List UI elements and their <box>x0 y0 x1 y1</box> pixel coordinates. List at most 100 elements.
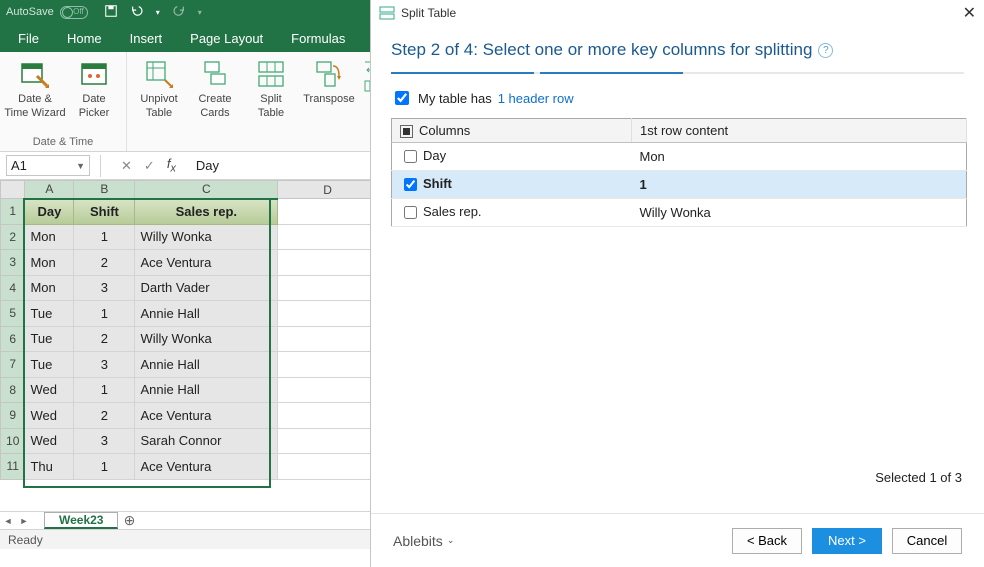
cell[interactable]: Day <box>25 199 74 225</box>
cell[interactable] <box>278 403 378 429</box>
header-row-checkbox-row[interactable]: My table has 1 header row <box>391 88 964 108</box>
btn-create-cards[interactable]: Create Cards <box>187 56 243 136</box>
header-row-count-link[interactable]: 1 header row <box>498 91 574 106</box>
tab-home[interactable]: Home <box>53 25 116 52</box>
cell[interactable]: 1 <box>74 377 135 403</box>
cell[interactable]: Tue <box>25 352 74 378</box>
cancel-button[interactable]: Cancel <box>892 528 962 554</box>
col-row-day[interactable]: Day Mon <box>392 143 967 171</box>
cell[interactable] <box>278 326 378 352</box>
brand-dropdown[interactable]: Ablebits ⌄ <box>393 533 454 549</box>
cancel-formula-icon[interactable]: ✕ <box>121 158 132 174</box>
tab-formulas[interactable]: Formulas <box>277 25 359 52</box>
cell[interactable]: 2 <box>74 250 135 276</box>
btn-unpivot-table[interactable]: Unpivot Table <box>131 56 187 136</box>
tab-file[interactable]: File <box>4 25 53 52</box>
cell[interactable] <box>278 275 378 301</box>
row-6[interactable]: 6 <box>1 326 25 352</box>
cell[interactable] <box>278 250 378 276</box>
row-10[interactable]: 10 <box>1 428 25 454</box>
cell[interactable]: 1 <box>74 454 135 480</box>
tab-insert[interactable]: Insert <box>116 25 177 52</box>
tab-scroll-right[interactable]: ► <box>16 513 32 529</box>
row-11[interactable]: 11 <box>1 454 25 480</box>
cell[interactable]: 1 <box>74 224 135 250</box>
cell[interactable]: Wed <box>25 428 74 454</box>
sheet-tab[interactable]: Week23 <box>44 512 118 529</box>
col-checkbox-salesrep[interactable] <box>404 206 417 219</box>
cell[interactable]: 1 <box>74 301 135 327</box>
cell[interactable] <box>278 199 378 225</box>
col-checkbox-day[interactable] <box>404 150 417 163</box>
cell[interactable] <box>278 428 378 454</box>
row-3[interactable]: 3 <box>1 250 25 276</box>
cell[interactable]: Mon <box>25 224 74 250</box>
cell[interactable] <box>278 352 378 378</box>
cell[interactable]: 3 <box>74 275 135 301</box>
col-checkbox-shift[interactable] <box>404 178 417 191</box>
col-B[interactable]: B <box>74 181 135 199</box>
tab-page-layout[interactable]: Page Layout <box>176 25 277 52</box>
help-icon[interactable]: ? <box>818 43 833 58</box>
row-9[interactable]: 9 <box>1 403 25 429</box>
cell[interactable]: 3 <box>74 428 135 454</box>
formula-input[interactable]: Day <box>196 158 219 173</box>
cell[interactable]: Wed <box>25 377 74 403</box>
colhdr-columns[interactable]: Columns <box>392 119 632 143</box>
insert-function-icon[interactable]: fx <box>167 156 176 175</box>
cell[interactable] <box>278 377 378 403</box>
btn-transpose[interactable]: Transpose <box>299 56 359 136</box>
col-C[interactable]: C <box>135 181 278 199</box>
enter-formula-icon[interactable]: ✓ <box>144 158 155 174</box>
cell[interactable]: 3 <box>74 352 135 378</box>
col-row-shift[interactable]: Shift 1 <box>392 171 967 199</box>
cell[interactable]: Sarah Connor <box>135 428 278 454</box>
row-8[interactable]: 8 <box>1 377 25 403</box>
next-button[interactable]: Next > <box>812 528 882 554</box>
save-icon[interactable] <box>104 4 118 21</box>
undo-icon[interactable] <box>130 4 144 21</box>
add-sheet-icon[interactable]: ⊕ <box>118 512 140 529</box>
undo-dropdown-icon[interactable]: ▾ <box>156 8 160 17</box>
redo-dropdown-icon[interactable]: ▾ <box>198 8 202 17</box>
col-row-salesrep[interactable]: Sales rep. Willy Wonka <box>392 199 967 227</box>
select-all[interactable] <box>1 181 25 199</box>
redo-icon[interactable] <box>172 4 186 21</box>
col-D[interactable]: D <box>278 181 378 199</box>
cell[interactable]: Thu <box>25 454 74 480</box>
col-A[interactable]: A <box>25 181 74 199</box>
cell[interactable]: 2 <box>74 403 135 429</box>
row-4[interactable]: 4 <box>1 275 25 301</box>
name-box[interactable]: A1 ▼ <box>6 155 90 176</box>
cell[interactable]: Ace Ventura <box>135 403 278 429</box>
cell[interactable]: Wed <box>25 403 74 429</box>
row-7[interactable]: 7 <box>1 352 25 378</box>
cell[interactable]: Mon <box>25 250 74 276</box>
cell[interactable]: Shift <box>74 199 135 225</box>
btn-date-picker[interactable]: Date Picker <box>66 56 122 136</box>
btn-split-table[interactable]: Split Table <box>243 56 299 136</box>
header-row-checkbox[interactable] <box>395 91 409 105</box>
select-all-columns-checkbox[interactable] <box>400 125 413 138</box>
cell[interactable]: Willy Wonka <box>135 326 278 352</box>
row-5[interactable]: 5 <box>1 301 25 327</box>
close-icon[interactable]: ✕ <box>963 3 976 23</box>
cell[interactable]: Annie Hall <box>135 301 278 327</box>
cell[interactable]: Mon <box>25 275 74 301</box>
cell[interactable] <box>278 454 378 480</box>
cell[interactable]: Darth Vader <box>135 275 278 301</box>
autosave-toggle[interactable]: Off <box>60 6 88 19</box>
row-1[interactable]: 1 <box>1 199 25 225</box>
cell[interactable]: Annie Hall <box>135 377 278 403</box>
cell[interactable]: Ace Ventura <box>135 250 278 276</box>
back-button[interactable]: < Back <box>732 528 802 554</box>
row-2[interactable]: 2 <box>1 224 25 250</box>
cell[interactable]: Sales rep. <box>135 199 278 225</box>
cell[interactable] <box>278 224 378 250</box>
cell[interactable]: Ace Ventura <box>135 454 278 480</box>
btn-datetime-wizard[interactable]: Date & Time Wizard <box>4 56 66 136</box>
cell[interactable]: Willy Wonka <box>135 224 278 250</box>
cell[interactable]: Tue <box>25 326 74 352</box>
cell[interactable] <box>278 301 378 327</box>
cell[interactable]: Annie Hall <box>135 352 278 378</box>
